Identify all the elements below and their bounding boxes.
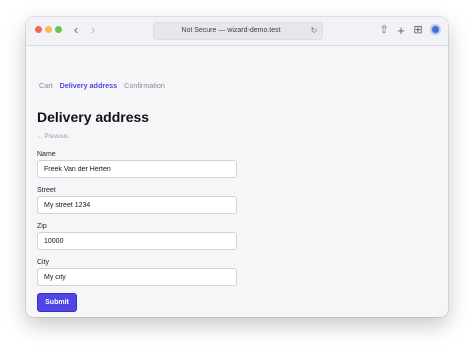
breadcrumb: Cart Delivery address Confirmation [39, 81, 172, 91]
share-icon[interactable]: ⇧ [378, 24, 390, 37]
page-content: Cart Delivery address Confirmation Deliver… [26, 46, 448, 317]
zoom-window-button[interactable] [55, 26, 62, 33]
minimize-window-button[interactable] [45, 26, 52, 33]
breadcrumb-item-confirmation[interactable]: Confirmation [124, 81, 165, 91]
name-label: Name [37, 151, 56, 158]
address-bar[interactable]: Not Secure — wizard-demo.test ↻ [153, 22, 323, 40]
breadcrumb-item-cart[interactable]: Cart [39, 81, 53, 91]
street-label: Street [37, 187, 56, 194]
city-field[interactable] [37, 268, 237, 286]
extension-icon[interactable] [430, 24, 441, 35]
browser-toolbar: ‹ › Not Secure — wizard-demo.test ↻ ⇧ + … [26, 17, 448, 46]
page-title: Delivery address [37, 109, 150, 125]
reload-icon[interactable]: ↻ [310, 25, 318, 37]
zip-label: Zip [37, 223, 47, 230]
browser-window: ‹ › Not Secure — wizard-demo.test ↻ ⇧ + … [26, 17, 448, 317]
tabs-overview-icon[interactable]: ⊞ [412, 24, 424, 37]
plus-icon[interactable]: + [395, 24, 407, 37]
name-field[interactable] [37, 160, 237, 178]
address-bar-text: Not Secure — wizard-demo.test [181, 27, 281, 34]
back-icon[interactable]: ‹ [69, 23, 83, 37]
submit-button[interactable]: Submit [37, 293, 77, 312]
zip-field[interactable] [37, 232, 237, 250]
city-label: City [37, 259, 50, 266]
close-window-button[interactable] [35, 26, 42, 33]
breadcrumb-item-delivery-address[interactable]: Delivery address [60, 81, 118, 91]
previous-link[interactable]: ← Previous [37, 132, 68, 142]
street-field[interactable] [37, 196, 237, 214]
forward-icon[interactable]: › [86, 23, 100, 37]
